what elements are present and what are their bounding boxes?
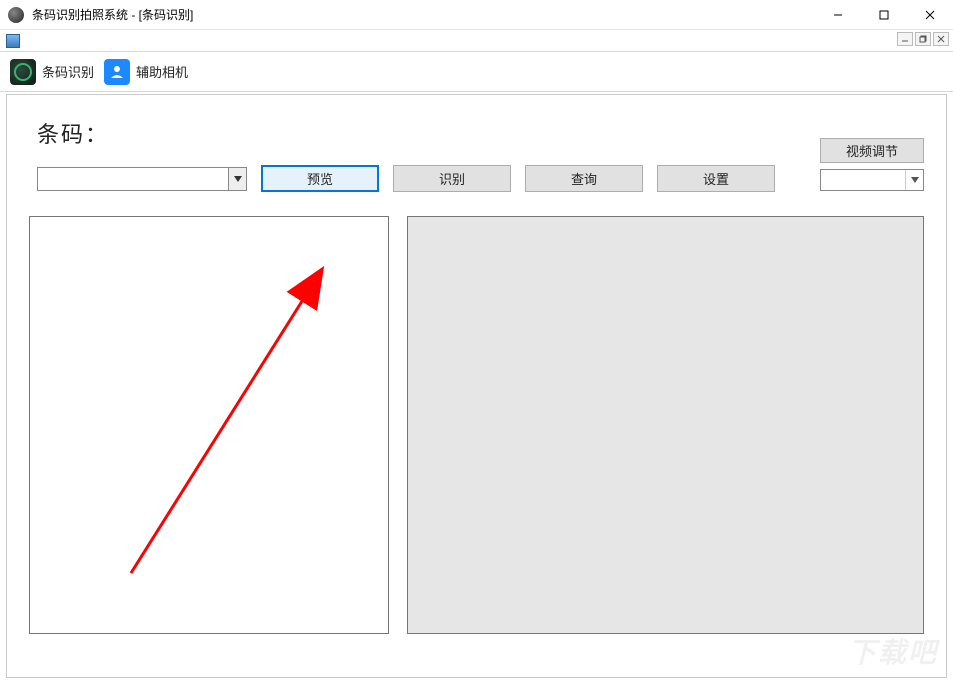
chevron-down-icon (905, 170, 923, 190)
minimize-button[interactable] (815, 0, 861, 30)
mdi-restore-button[interactable] (915, 32, 931, 46)
toolbar-item-barcode[interactable]: 条码识别 (10, 59, 94, 85)
barcode-combobox-text (38, 168, 228, 190)
camera-icon (104, 59, 130, 85)
settings-button[interactable]: 设置 (657, 165, 775, 192)
recognize-button[interactable]: 识别 (393, 165, 511, 192)
recognize-button-label: 识别 (439, 169, 465, 188)
controls-row: 预览 识别 查询 设置 视频调节 (25, 165, 928, 192)
mdi-minimize-button[interactable] (897, 32, 913, 46)
toolbar-item-camera[interactable]: 辅助相机 (104, 59, 188, 85)
preview-button[interactable]: 预览 (261, 165, 379, 192)
mdi-bar (0, 30, 953, 52)
panels-row (25, 216, 928, 634)
video-dropdown-text (821, 170, 905, 190)
preview-panel (29, 216, 389, 634)
window-title: 条码识别拍照系统 - [条码识别] (32, 6, 193, 23)
window-titlebar: 条码识别拍照系统 - [条码识别] (0, 0, 953, 30)
watermark: 下载吧 (848, 631, 938, 671)
toolbar-barcode-label: 条码识别 (42, 62, 94, 81)
barcode-combobox[interactable] (37, 167, 247, 191)
video-adjust-button[interactable]: 视频调节 (820, 138, 924, 163)
query-button[interactable]: 查询 (525, 165, 643, 192)
main-toolbar: 条码识别 辅助相机 (0, 52, 953, 92)
mdi-doc-icon (6, 34, 20, 48)
maximize-button[interactable] (861, 0, 907, 30)
app-icon (8, 7, 24, 23)
toolbar-camera-label: 辅助相机 (136, 62, 188, 81)
video-adjust-label: 视频调节 (846, 141, 898, 160)
barcode-heading: 条码： (37, 117, 928, 149)
result-panel (407, 216, 924, 634)
video-dropdown[interactable] (820, 169, 924, 191)
barcode-icon (10, 59, 36, 85)
content-area: 条码： 预览 识别 查询 设置 视频调节 (6, 94, 947, 678)
close-button[interactable] (907, 0, 953, 30)
preview-button-label: 预览 (307, 169, 333, 188)
query-button-label: 查询 (571, 169, 597, 188)
settings-button-label: 设置 (703, 169, 729, 188)
mdi-close-button[interactable] (933, 32, 949, 46)
chevron-down-icon (228, 168, 246, 190)
